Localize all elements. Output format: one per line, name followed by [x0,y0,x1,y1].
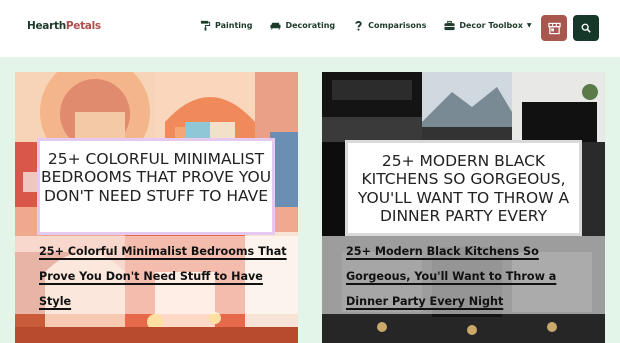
sofa-icon [270,22,282,30]
site-logo[interactable]: HearthPetals [27,20,101,32]
overlay-headline: 25+ MODERN BLACK KITCHENS SO GORGEOUS, Y… [345,140,582,236]
site-header: HearthPetals Painting Decorating Compari… [0,0,620,57]
nav-label-comparisons: Comparisons [368,21,427,30]
nav-item-comparisons[interactable]: Comparisons [353,20,426,31]
nav-item-decor-toolbox[interactable]: Decor Toolbox ▼ [444,20,532,31]
question-icon [355,21,362,31]
logo-text-part2: Petals [65,20,101,32]
nav-item-decorating[interactable]: Decorating [270,20,335,31]
article-title-link[interactable]: 25+ Modern Black Kitchens So Gorgeous, Y… [346,245,556,308]
toolbox-icon [444,20,455,31]
article-title[interactable]: 25+ Colorful Minimalist Bedrooms That Pr… [39,239,289,314]
storefront-icon [547,22,561,34]
nav-label-painting: Painting [215,21,253,30]
chevron-down-icon: ▼ [526,22,532,29]
search-button[interactable] [573,15,599,41]
paint-roller-icon [200,20,211,31]
nav-label-decor-toolbox: Decor Toolbox [459,21,523,30]
logo-text-part1: Hearth [27,20,66,32]
article-card-kitchens[interactable]: 25+ MODERN BLACK KITCHENS SO GORGEOUS, Y… [322,72,605,343]
search-icon [581,23,591,33]
article-card-bedrooms[interactable]: 25+ COLORFUL MINIMALIST BEDROOMS THAT PR… [15,72,298,343]
overlay-headline: 25+ COLORFUL MINIMALIST BEDROOMS THAT PR… [37,138,275,235]
article-title-link[interactable]: 25+ Colorful Minimalist Bedrooms That Pr… [39,245,287,308]
store-button[interactable] [541,15,567,41]
main-nav: Painting Decorating Comparisons Decor To… [200,20,550,31]
nav-label-decorating: Decorating [285,21,336,30]
article-title[interactable]: 25+ Modern Black Kitchens So Gorgeous, Y… [346,239,596,314]
nav-item-painting[interactable]: Painting [200,20,252,31]
